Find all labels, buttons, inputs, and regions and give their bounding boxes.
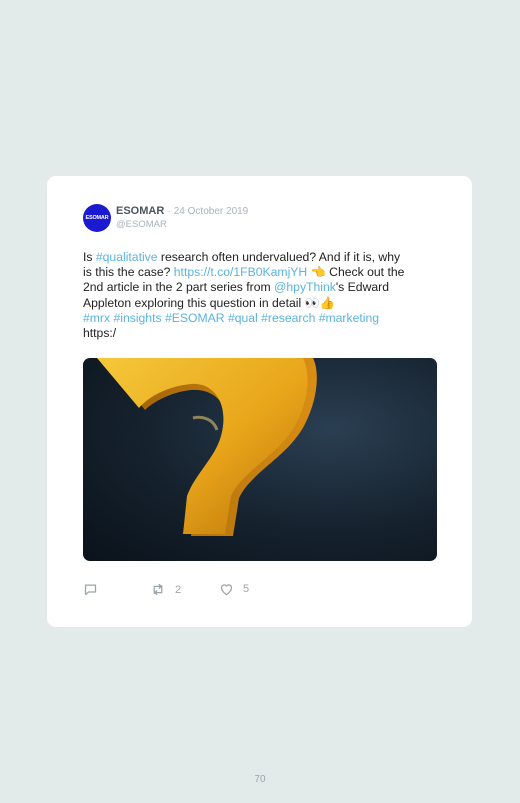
author-handle[interactable]: @ESOMAR [116,219,167,230]
text-segment: research often undervalued? And if it is… [157,250,401,264]
tweet-text: Is #qualitative research often undervalu… [83,250,435,341]
tweet-date[interactable]: 24 October 2019 [174,206,249,217]
text-segment: Check out the [325,265,405,280]
author-row: ESOMAR · 24 October 2019 [116,205,248,217]
retweet-icon [153,583,163,596]
page-number: 70 [254,774,266,785]
question-mark-graphic [97,358,317,536]
reply-icon [84,584,97,596]
tweet-card: ESOMAR ESOMAR · 24 October 2019 @ESOMAR … [47,176,472,627]
mention-link[interactable]: @hpyThink [274,280,336,294]
retweet-count: 2 [175,583,182,596]
separator: · [167,206,171,217]
hashtags-link[interactable]: #mrx #insights #ESOMAR #qual #research #… [83,311,435,326]
tweet-image[interactable] [83,358,437,561]
author-name[interactable]: ESOMAR [116,205,164,217]
pointing-left-emoji: 👈 [307,265,326,280]
text-segment: is this the case? [83,265,174,280]
like-count: 5 [243,583,250,595]
url-link[interactable]: https://t.co/1FB0KamjYH [174,265,307,279]
hashtag-link[interactable]: #qualitative [96,250,158,264]
retweet-button[interactable]: 2 [150,582,181,597]
like-button[interactable]: 5 [219,582,249,596]
heart-icon [220,584,233,596]
text-segment: Is [83,250,96,264]
truncated-url: https:/ [83,326,117,341]
text-segment: 2nd article in the 2 part series from [83,280,275,295]
eyes-thumbsup-emoji: 👀👍 [304,295,335,310]
avatar[interactable]: ESOMAR [83,204,111,232]
text-segment: Appleton exploring this question in deta… [83,295,305,310]
text-segment: 's Edward [335,280,389,295]
reply-button[interactable] [83,582,107,597]
